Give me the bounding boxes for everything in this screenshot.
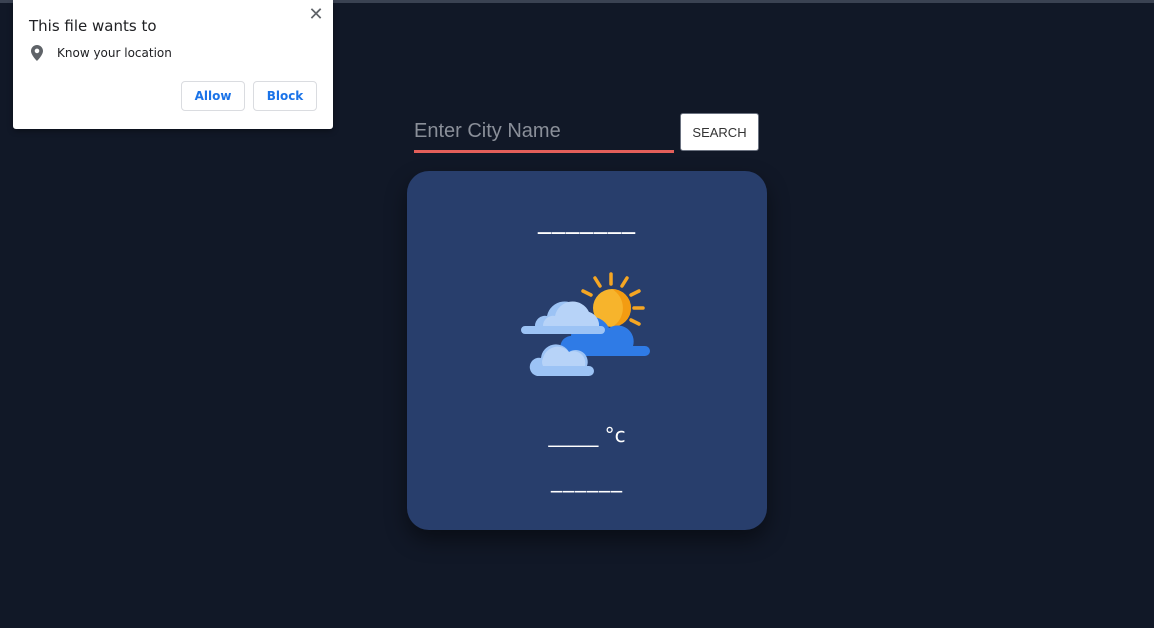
temperature-row: _____ °c — [407, 423, 767, 447]
search-button[interactable]: SEARCH — [680, 113, 759, 151]
city-name: _______ — [538, 205, 636, 235]
permission-request-row: Know your location — [31, 45, 172, 61]
permission-request-label: Know your location — [57, 46, 172, 60]
city-search-input[interactable] — [414, 112, 674, 153]
location-pin-icon — [31, 45, 43, 61]
weather-description: ______ — [551, 468, 623, 493]
close-icon[interactable]: ✕ — [307, 5, 325, 23]
partly-cloudy-sun-icon — [521, 272, 650, 376]
allow-button[interactable]: Allow — [181, 81, 245, 111]
temperature-value: _____ — [548, 423, 599, 447]
weather-card: _______ _____ °c ______ — [407, 171, 767, 530]
block-button[interactable]: Block — [253, 81, 317, 111]
location-permission-popup: This file wants to ✕ Know your location … — [13, 0, 333, 129]
permission-title: This file wants to — [29, 17, 157, 35]
temperature-unit: °c — [604, 423, 626, 447]
